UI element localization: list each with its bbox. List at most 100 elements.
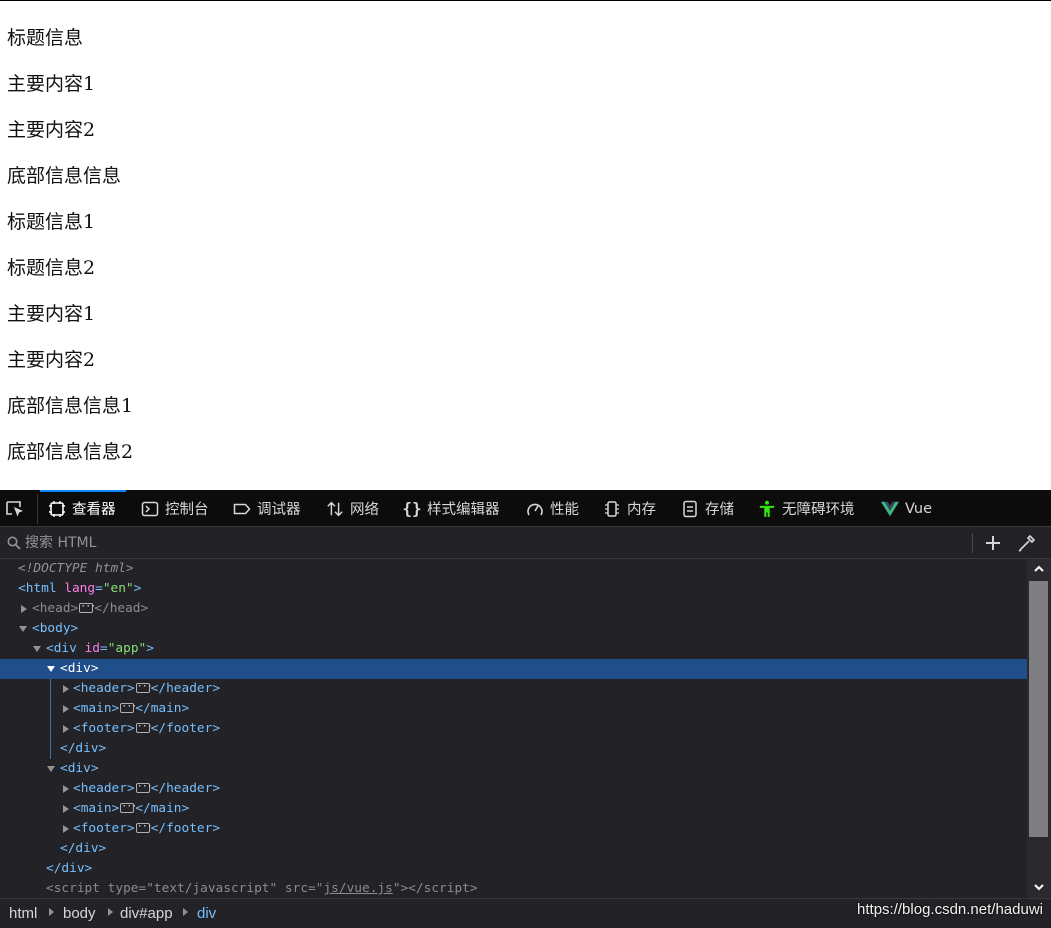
expand-twisty-icon[interactable] (21, 605, 27, 613)
tree-row-footer[interactable]: <footer></footer> (0, 717, 1027, 739)
tab-inspector[interactable]: 查看器 (40, 490, 125, 527)
tree-row-main[interactable]: <main></main> (0, 697, 1027, 719)
tab-label: 无障碍环境 (782, 502, 855, 518)
footer-text: 底部信息信息1 (7, 395, 134, 417)
tree-row-body[interactable]: <body> (0, 619, 1027, 639)
vue-icon (881, 500, 899, 518)
collapsed-ellipsis-icon[interactable] (135, 777, 150, 797)
tag-name: footer (80, 721, 127, 736)
watermark-text: https://blog.csdn.net/haduwi (857, 901, 1043, 918)
collapse-twisty-icon[interactable] (19, 626, 27, 632)
breadcrumb-item[interactable]: div#app (120, 905, 173, 922)
collapsed-ellipsis-icon[interactable] (120, 797, 135, 817)
tree-row-header[interactable]: <header></header> (0, 677, 1027, 699)
doctype-text: <!DOCTYPE html> (18, 561, 134, 576)
expand-twisty-icon[interactable] (63, 805, 69, 813)
tab-debugger[interactable]: 调试器 (233, 490, 301, 527)
tab-label: 样式编辑器 (427, 502, 500, 518)
toolbar-separator (972, 533, 973, 553)
collapsed-ellipsis-icon[interactable] (135, 677, 150, 697)
collapse-twisty-icon[interactable] (47, 666, 55, 672)
tree-row-div-selected[interactable]: <div> (0, 659, 1027, 679)
attr-name: id (84, 641, 100, 656)
breadcrumb-item[interactable]: html (9, 905, 37, 922)
tab-memory[interactable]: 内存 (603, 490, 656, 527)
storage-icon (681, 500, 699, 518)
tag-name: main (80, 701, 112, 716)
tag-name: div (61, 861, 85, 876)
tab-console[interactable]: 控制台 (141, 490, 209, 527)
main-node: <main></main> (73, 797, 189, 819)
breadcrumb-item[interactable]: body (63, 905, 96, 922)
devtools-tabbar: 查看器 控制台 调试器 网络 {} 样式编辑器 性能 内存 存储 无障碍环境 V… (0, 490, 1051, 527)
collapse-twisty-icon[interactable] (33, 646, 41, 652)
element-picker-icon[interactable] (5, 499, 25, 519)
tree-row-script[interactable]: <script type="text/javascript" src="js/v… (0, 879, 1027, 898)
main-text: 主要内容1 (7, 73, 96, 95)
footer-node: <footer></footer> (73, 717, 220, 739)
tree-row-html[interactable]: <html lang="en"> (0, 579, 1027, 599)
tag-name: header (80, 781, 127, 796)
collapsed-ellipsis-icon[interactable] (135, 817, 150, 837)
tab-storage[interactable]: 存储 (681, 490, 734, 527)
debugger-icon (233, 500, 251, 518)
scroll-up-arrow-icon[interactable] (1033, 563, 1045, 575)
attr-name: src (284, 881, 309, 896)
attr-value: "en" (102, 581, 134, 596)
tab-accessibility[interactable]: 无障碍环境 (758, 490, 855, 527)
div-close-node: </div> (60, 741, 107, 756)
main-text: 主要内容2 (7, 349, 96, 371)
expand-twisty-icon[interactable] (63, 705, 69, 713)
scroll-down-arrow-icon[interactable] (1033, 881, 1045, 893)
tab-separator (37, 494, 38, 524)
tree-row-app[interactable]: <div id="app"> (0, 639, 1027, 659)
tree-row-header[interactable]: <header></header> (0, 777, 1027, 799)
add-node-button[interactable] (982, 532, 1004, 554)
tag-name: div (75, 841, 99, 856)
header-text: 标题信息2 (7, 257, 96, 279)
tab-vue[interactable]: Vue (881, 490, 932, 527)
tree-scrollbar[interactable] (1027, 559, 1051, 898)
tree-row-div-close[interactable]: </div> (0, 839, 1027, 859)
script-src-link[interactable]: js/vue.js (323, 881, 392, 896)
tree-row-main[interactable]: <main></main> (0, 797, 1027, 819)
tree-row-footer[interactable]: <footer></footer> (0, 817, 1027, 839)
expand-twisty-icon[interactable] (63, 685, 69, 693)
tab-label: 存储 (705, 502, 734, 518)
scrollbar-thumb[interactable] (1029, 581, 1048, 837)
tag-name: footer (80, 821, 127, 836)
tab-performance[interactable]: 性能 (526, 490, 579, 527)
tab-label: 控制台 (165, 502, 209, 518)
breadcrumb-item-current[interactable]: div (197, 905, 216, 922)
breadcrumb-separator-icon (49, 908, 54, 916)
script-node: <script type="text/javascript" src="js/v… (46, 881, 478, 896)
tree-row-div-close[interactable]: </div> (0, 739, 1027, 759)
collapsed-ellipsis-icon[interactable] (135, 717, 150, 737)
search-html-input[interactable] (25, 533, 625, 553)
tree-row-doctype[interactable]: <!DOCTYPE html> (0, 559, 1027, 579)
tab-label: 调试器 (257, 502, 301, 518)
expand-twisty-icon[interactable] (63, 725, 69, 733)
expand-twisty-icon[interactable] (63, 825, 69, 833)
tab-network[interactable]: 网络 (326, 490, 379, 527)
eyedropper-icon[interactable] (1016, 532, 1038, 554)
performance-icon (526, 500, 544, 518)
tree-row-head[interactable]: <head></head> (0, 597, 1027, 619)
header-node: <header></header> (73, 777, 220, 799)
div-node: <div> (60, 761, 99, 776)
tag-name: header (166, 781, 213, 796)
header-text: 标题信息1 (7, 211, 96, 233)
div-node: <div> (60, 661, 99, 676)
tree-row-div[interactable]: <div> (0, 759, 1027, 779)
tree-row-app-close[interactable]: </div> (0, 859, 1027, 879)
markup-tree: <!DOCTYPE html> <html lang="en"> <head><… (0, 559, 1027, 898)
collapse-twisty-icon[interactable] (47, 766, 55, 772)
tab-style-editor[interactable]: {} 样式编辑器 (402, 490, 500, 527)
console-icon (141, 500, 159, 518)
collapsed-ellipsis-icon[interactable] (120, 697, 135, 717)
div-close-node: </div> (60, 841, 107, 856)
tag-name: div (67, 761, 91, 776)
tag-name: body (39, 621, 71, 636)
expand-twisty-icon[interactable] (63, 785, 69, 793)
collapsed-ellipsis-icon[interactable] (79, 597, 94, 617)
